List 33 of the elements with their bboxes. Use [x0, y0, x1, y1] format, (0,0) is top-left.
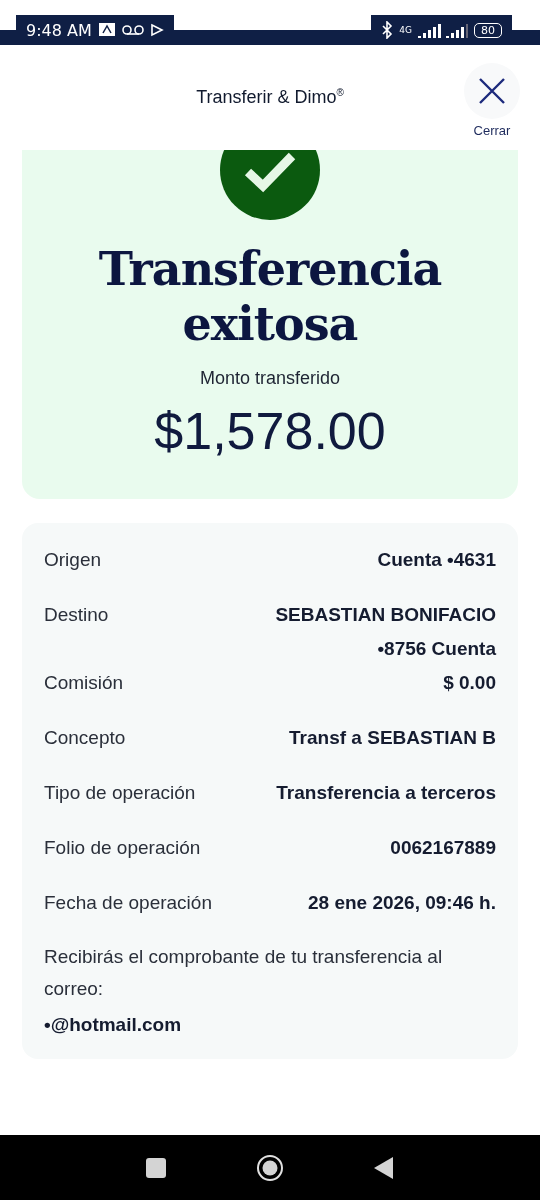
amount-label: Monto transferido — [199, 368, 341, 390]
detail-label: Destino — [44, 603, 109, 628]
play-icon — [149, 23, 164, 37]
detail-label: Folio de operación — [44, 836, 201, 861]
amount-value: $1,578.00 — [154, 401, 386, 462]
signal-icon — [418, 22, 468, 38]
network-type: 4G — [399, 25, 412, 35]
screen-title: Transferir & Dimo$^{®}$ — [196, 87, 344, 108]
detail-label: Concepto — [44, 726, 126, 751]
status-time: 9:48 AM — [26, 20, 92, 40]
receipt-note: Recibirás el comprobante de tu transferencia al correo: — [44, 945, 444, 1002]
bluetooth-icon — [381, 21, 394, 39]
close-icon — [478, 77, 506, 105]
detail-label: Origen — [44, 548, 102, 573]
detail-label: Tipo de operación — [44, 781, 196, 806]
detail-label: Fecha de operación — [44, 891, 212, 916]
recents-icon[interactable] — [146, 1157, 166, 1178]
back-icon[interactable] — [374, 1156, 394, 1179]
home-icon[interactable] — [256, 1153, 284, 1182]
detail-value: •8756 Cuenta — [377, 637, 496, 662]
detail-value: 28 ene 2026, 09:46 h. — [308, 891, 496, 916]
email-text: •@hotmail.com — [44, 1013, 183, 1038]
success-title: Transferencia exitosa — [97, 242, 443, 353]
detail-value: 0062167889 — [390, 836, 496, 861]
notification-icon — [97, 22, 116, 38]
battery-indicator: 80 — [474, 22, 502, 38]
detail-value: SEBASTIAN BONIFACIO — [275, 603, 496, 628]
detail-label: Comisión — [44, 671, 124, 696]
voicemail-icon — [121, 24, 144, 36]
detail-value: Transf a SEBASTIAN B — [289, 726, 496, 751]
detail-value: $ 0.00 — [443, 671, 496, 696]
detail-value: Cuenta •4631 — [377, 548, 496, 573]
detail-value: Transferencia a terceros — [276, 781, 496, 806]
